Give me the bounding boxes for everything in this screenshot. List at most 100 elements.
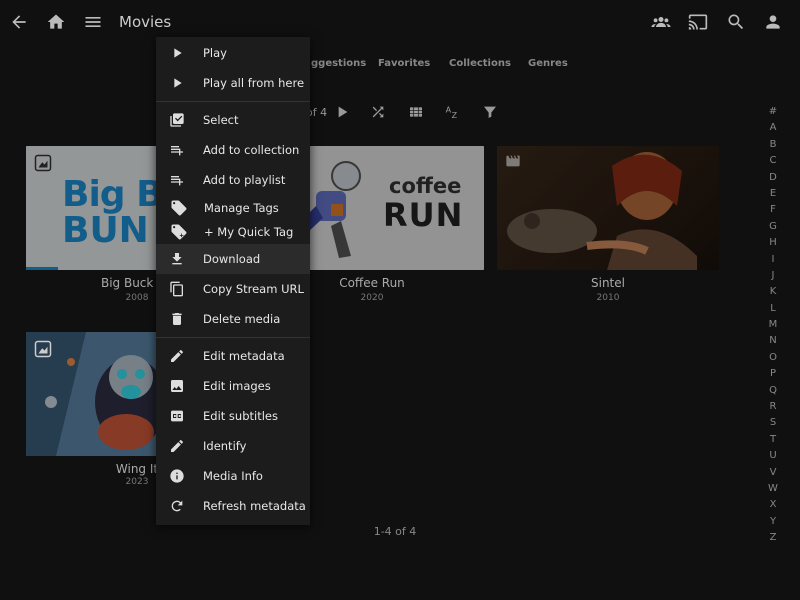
alphabet-letter[interactable]: C [760, 153, 786, 169]
cast-icon[interactable] [688, 12, 708, 32]
users-icon[interactable] [651, 12, 671, 32]
sort-az-icon[interactable]: AZ [443, 102, 463, 122]
top-bar: Movies [0, 0, 800, 44]
playlist-add-icon [169, 172, 185, 188]
video-file-icon [34, 154, 52, 172]
grid-view-icon[interactable] [406, 102, 426, 122]
alphabet-letter[interactable]: W [760, 481, 786, 497]
menu-item-play[interactable]: Play [156, 38, 310, 68]
menu-item-label: Download [203, 252, 261, 266]
shuffle-icon[interactable] [368, 102, 388, 122]
tab-genres[interactable]: Genres [528, 58, 568, 69]
menu-item-label: Copy Stream URL [203, 282, 304, 296]
pencil-icon [169, 438, 185, 454]
menu-item-label: Delete media [203, 312, 281, 326]
download-icon [169, 251, 185, 267]
alphabet-letter[interactable]: B [760, 137, 786, 153]
menu-item-label: Edit subtitles [203, 409, 278, 423]
menu-item-label: Refresh metadata [203, 499, 306, 513]
user-icon[interactable] [763, 12, 783, 32]
play-icon [169, 75, 185, 91]
menu-item-label: Manage Tags [204, 201, 279, 215]
alphabet-letter[interactable]: Q [760, 383, 786, 399]
menu-item-copy-stream-url[interactable]: Copy Stream URL [156, 274, 310, 304]
tab-suggestions[interactable]: ggestions [311, 58, 366, 69]
menu-item-label: Add to collection [203, 143, 300, 157]
svg-text:Z: Z [452, 111, 458, 120]
alphabet-letter[interactable]: A [760, 120, 786, 136]
menu-item-add-to-collection[interactable]: Add to collection [156, 135, 310, 165]
menu-item-download[interactable]: Download [156, 244, 310, 274]
menu-item-play-all[interactable]: Play all from here [156, 68, 310, 98]
menu-item-delete-media[interactable]: Delete media [156, 304, 310, 334]
alphabet-letter[interactable]: K [760, 284, 786, 300]
menu-icon[interactable] [83, 12, 103, 32]
svg-text:A: A [446, 106, 452, 115]
info-icon [169, 468, 185, 484]
context-menu: Play Play all from here Select Add to co… [156, 37, 310, 525]
menu-item-identify[interactable]: Identify [156, 431, 310, 461]
menu-item-add-to-playlist[interactable]: Add to playlist [156, 165, 310, 195]
menu-item-label: + My Quick Tag [204, 225, 294, 239]
alphabet-letter[interactable]: E [760, 186, 786, 202]
select-icon [169, 112, 185, 128]
filter-icon[interactable] [480, 102, 500, 122]
alphabet-letter[interactable]: J [760, 268, 786, 284]
movie-clapper-icon [504, 153, 522, 169]
alphabet-letter[interactable]: Z [760, 530, 786, 546]
menu-item-edit-subtitles[interactable]: Edit subtitles [156, 401, 310, 431]
copy-icon [169, 281, 185, 297]
menu-item-label: Play [203, 46, 227, 60]
movie-title[interactable]: Sintel [497, 276, 719, 290]
alphabet-letter[interactable]: N [760, 333, 786, 349]
alphabet-letter[interactable]: O [760, 350, 786, 366]
tab-favorites[interactable]: Favorites [378, 58, 430, 69]
alphabet-letter[interactable]: H [760, 235, 786, 251]
dim-overlay [497, 146, 719, 270]
alphabet-letter[interactable]: I [760, 252, 786, 268]
library-controls: AZ [0, 102, 800, 122]
alphabet-letter[interactable]: L [760, 301, 786, 317]
home-icon[interactable] [46, 12, 66, 32]
menu-item-label: Edit metadata [203, 349, 285, 363]
tag-icon [170, 199, 188, 217]
menu-item-label: Edit images [203, 379, 271, 393]
alphabet-letter[interactable]: F [760, 202, 786, 218]
movie-year: 2010 [596, 293, 620, 303]
back-arrow-icon[interactable] [9, 12, 29, 32]
alphabet-letter[interactable]: # [760, 104, 786, 120]
menu-item-label: Media Info [203, 469, 263, 483]
tab-collections[interactable]: Collections [449, 58, 511, 69]
menu-item-media-info[interactable]: Media Info [156, 461, 310, 491]
alphabet-letter[interactable]: V [760, 465, 786, 481]
alphabet-picker: # A B C D E F G H I J K L M N O P Q R S T U V W X Y Z [760, 104, 786, 547]
play-all-icon[interactable] [332, 102, 352, 122]
view-tabs: ggestions Favorites Collections Genres [0, 58, 800, 72]
menu-divider [156, 101, 310, 102]
alphabet-letter[interactable]: P [760, 366, 786, 382]
alphabet-letter[interactable]: S [760, 415, 786, 431]
alphabet-letter[interactable]: G [760, 219, 786, 235]
alphabet-letter[interactable]: T [760, 432, 786, 448]
alphabet-letter[interactable]: X [760, 497, 786, 513]
alphabet-letter[interactable]: D [760, 170, 786, 186]
alphabet-letter[interactable]: U [760, 448, 786, 464]
menu-item-label: Play all from here [203, 76, 305, 90]
menu-item-edit-metadata[interactable]: Edit metadata [156, 341, 310, 371]
menu-item-label: Identify [203, 439, 247, 453]
search-icon[interactable] [726, 12, 746, 32]
menu-divider [156, 337, 310, 338]
alphabet-letter[interactable]: M [760, 317, 786, 333]
tag-plus-icon [170, 223, 188, 241]
menu-item-edit-images[interactable]: Edit images [156, 371, 310, 401]
menu-item-select[interactable]: Select [156, 105, 310, 135]
menu-item-label: Select [203, 113, 239, 127]
poster-image[interactable] [497, 146, 719, 270]
playlist-add-icon [169, 142, 185, 158]
alphabet-letter[interactable]: R [760, 399, 786, 415]
alphabet-letter[interactable]: Y [760, 514, 786, 530]
menu-item-refresh-metadata[interactable]: Refresh metadata [156, 491, 310, 521]
menu-item-label: Add to playlist [203, 173, 286, 187]
play-icon [169, 45, 185, 61]
menu-item-quick-tag[interactable]: + My Quick Tag [156, 217, 310, 247]
